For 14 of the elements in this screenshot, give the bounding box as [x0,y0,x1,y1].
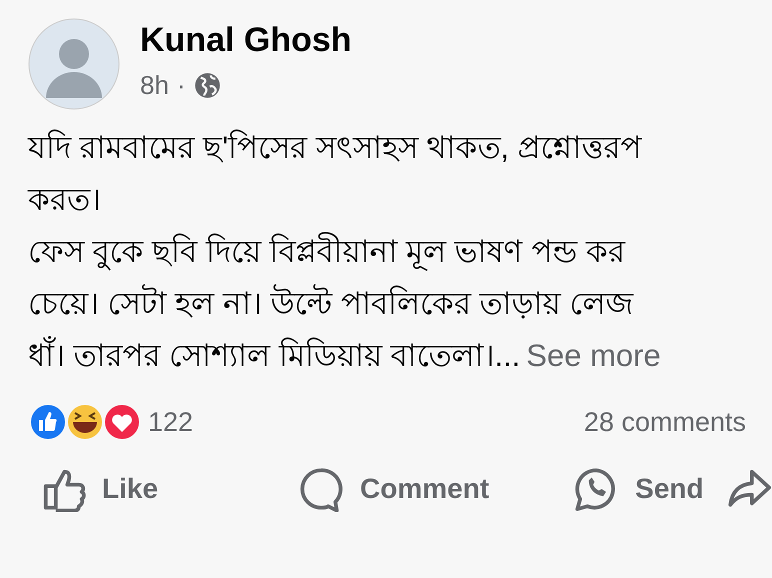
comment-button[interactable]: Comment [298,466,490,512]
see-more-link[interactable]: See more [526,330,661,382]
post-text-line: করত। [28,181,102,219]
post-time[interactable]: 8h [140,66,169,105]
separator: · [176,69,186,102]
send-button[interactable]: Send [573,466,704,512]
post-text-line: ফেস বুকে ছবি দিয়ে বিপ্লবীয়ানা মূল ভাষণ পন্ড কর [28,231,626,273]
post-text-line: ধাঁ। তারপর সোশ্যাল মিডিয়ায় বাতেলা।... [28,335,520,375]
post-text-line: চেয়ে। সেটা হল না। উল্টে পাবলিকের তাড়ায় লেজ [28,283,635,323]
reaction-count[interactable]: 122 [148,402,194,442]
comment-count[interactable]: 28 comments [584,402,746,442]
post-text-line: যদি রামবামের ছ'পিসের সৎসাহস থাকত, প্রশ্নোত্তরপ [28,128,643,167]
like-button[interactable]: Like [40,466,158,512]
author-name[interactable]: Kunal Ghosh [140,20,352,60]
